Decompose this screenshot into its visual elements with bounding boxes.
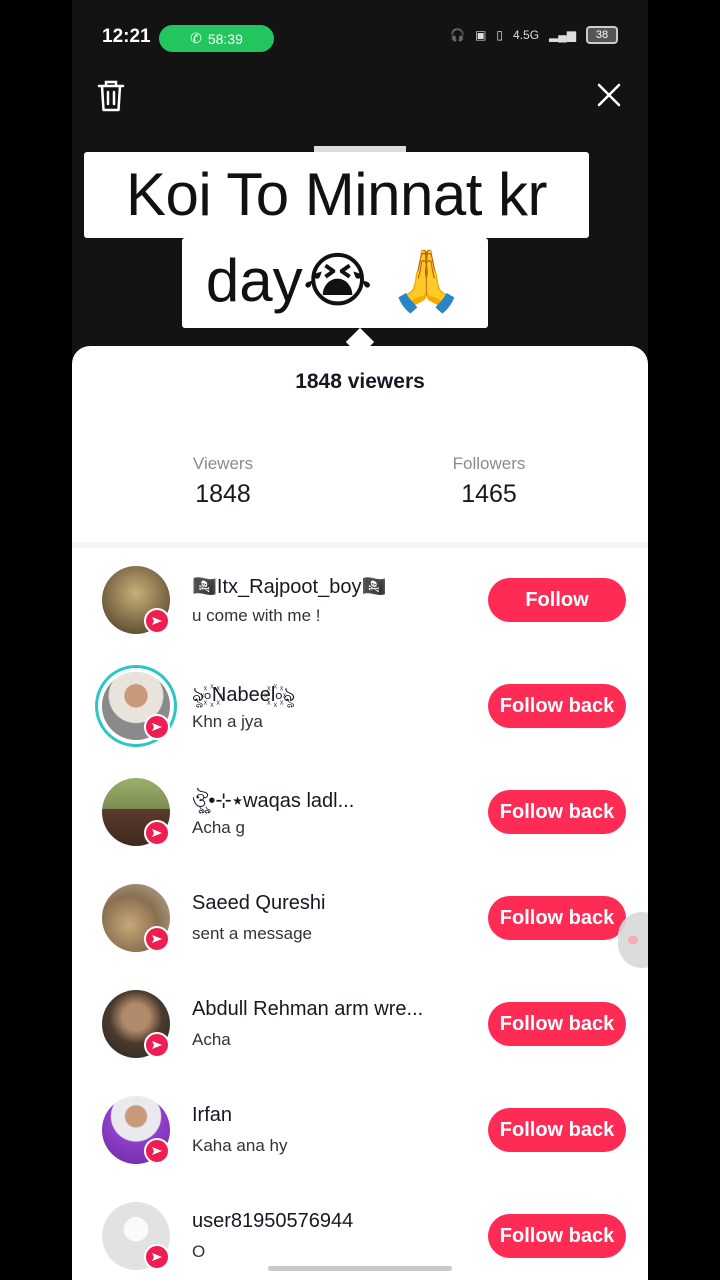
- follow-back-button[interactable]: Follow back: [488, 1108, 626, 1152]
- follow-back-button[interactable]: Follow back: [488, 1214, 626, 1258]
- send-icon: [152, 723, 162, 731]
- badge: [144, 1032, 170, 1058]
- list-item[interactable]: ৡ৹꙰Nabeel꙰৹ৡ Khn a jya Follow back: [72, 672, 648, 762]
- image-icon: ▣: [475, 28, 487, 42]
- viewers-label: Viewers: [192, 454, 254, 473]
- send-icon: [152, 935, 162, 943]
- viewer-name[interactable]: ৡ৹꙰Nabeel꙰৹ৡ: [192, 680, 462, 713]
- followers-label: Followers: [452, 454, 526, 473]
- network-type: 4.5G: [513, 28, 540, 42]
- list-item[interactable]: Abdull Rehman arm wre... Acha Follow bac…: [72, 990, 648, 1080]
- followers-stat: Followers 1465: [389, 454, 589, 509]
- viewer-name[interactable]: 🏴‍☠️Itx_Rajpoot_boy🏴‍☠️: [192, 574, 462, 599]
- viewers-stat: Viewers 1848: [123, 454, 323, 509]
- close-icon: [597, 83, 621, 107]
- send-icon: [152, 829, 162, 837]
- badge: [144, 608, 170, 634]
- followers-count: 1465: [461, 480, 517, 508]
- status-time: 12:21: [102, 26, 151, 47]
- badge: [144, 926, 170, 952]
- sheet-title: 1848 viewers: [295, 370, 425, 393]
- vibrate-icon: ▯: [496, 28, 504, 42]
- viewer-subtitle: Kaha ana hy: [192, 1136, 288, 1155]
- viewers-sheet: 1848 viewers Viewers 1848 Followers 1465…: [72, 346, 648, 1280]
- trash-icon: [97, 80, 125, 112]
- follow-button[interactable]: Follow: [488, 578, 626, 622]
- viewer-name[interactable]: user81950576944: [192, 1210, 462, 1233]
- badge: [144, 820, 170, 846]
- viewer-name[interactable]: Abdull Rehman arm wre...: [192, 998, 462, 1021]
- list-item[interactable]: 🏴‍☠️Itx_Rajpoot_boy🏴‍☠️ u come with me !…: [72, 566, 648, 656]
- viewer-subtitle: Khn a jya: [192, 712, 263, 731]
- call-timer-pill[interactable]: ✆ 58:39: [159, 25, 274, 52]
- headphones-icon: 🎧: [450, 28, 466, 42]
- viewer-subtitle: u come with me !: [192, 606, 321, 625]
- viewer-subtitle: sent a message: [192, 924, 313, 943]
- close-button[interactable]: [594, 80, 624, 110]
- send-icon: [152, 1041, 162, 1049]
- caption-line-1: Koi To Minnat kr: [84, 152, 589, 238]
- viewer-subtitle: O: [192, 1242, 206, 1261]
- follow-back-button[interactable]: Follow back: [488, 1002, 626, 1046]
- follow-back-button[interactable]: Follow back: [488, 790, 626, 834]
- list-item[interactable]: Saeed Qureshi sent a message Follow back: [72, 884, 648, 974]
- follow-back-button[interactable]: Follow back: [488, 684, 626, 728]
- viewer-name[interactable]: Irfan: [192, 1104, 462, 1127]
- list-item[interactable]: Irfan Kaha ana hy Follow back: [72, 1096, 648, 1186]
- viewer-subtitle: Acha g: [192, 818, 245, 837]
- follow-back-button[interactable]: Follow back: [488, 896, 626, 940]
- viewer-name[interactable]: Saeed Qureshi: [192, 892, 462, 915]
- phone-screen: 12:21 ✆ 58:39 🎧 ▣ ▯ 4.5G ▂▄▆ 38 Koi To M…: [72, 0, 648, 1280]
- viewer-subtitle: Acha: [192, 1030, 231, 1049]
- delete-button[interactable]: [94, 78, 128, 114]
- phone-icon: ✆: [190, 30, 202, 46]
- signal-icon: ▂▄▆: [549, 28, 576, 42]
- send-icon: [152, 617, 162, 625]
- badge: [144, 1138, 170, 1164]
- send-icon: [152, 1147, 162, 1155]
- status-icons: 🎧 ▣ ▯ 4.5G ▂▄▆ 38: [450, 26, 618, 44]
- status-bar: 12:21 ✆ 58:39 🎧 ▣ ▯ 4.5G ▂▄▆ 38: [72, 0, 648, 76]
- send-icon: [152, 1253, 162, 1261]
- caption-line-2: day😭 🙏: [182, 238, 488, 328]
- battery-icon: 38: [586, 26, 618, 44]
- call-timer: 58:39: [207, 30, 243, 47]
- viewers-count: 1848: [195, 480, 251, 508]
- badge: [144, 714, 170, 740]
- home-indicator[interactable]: [268, 1266, 452, 1271]
- list-item[interactable]: ঔৣ•⊹٭waqas ladl... Acha g Follow back: [72, 778, 648, 868]
- viewer-name[interactable]: ঔৣ•⊹٭waqas ladl...: [192, 786, 462, 819]
- badge: [144, 1244, 170, 1270]
- divider: [72, 542, 648, 548]
